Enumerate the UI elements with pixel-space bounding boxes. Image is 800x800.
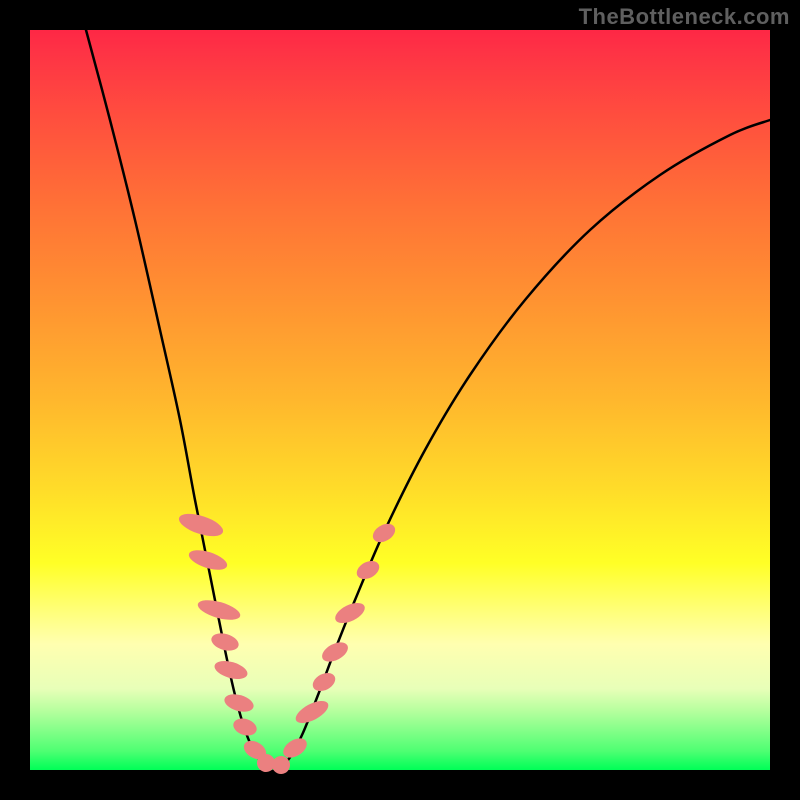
highlight-marker <box>319 638 351 665</box>
bottleneck-curve <box>86 30 770 768</box>
highlight-marker <box>292 696 331 727</box>
highlight-markers <box>176 509 398 776</box>
watermark-text: TheBottleneck.com <box>579 4 790 30</box>
curve-layer <box>30 30 770 770</box>
highlight-marker <box>231 716 259 739</box>
highlight-marker <box>209 630 240 653</box>
highlight-marker <box>354 557 383 582</box>
chart-container: TheBottleneck.com <box>0 0 800 800</box>
highlight-marker <box>332 599 368 627</box>
highlight-marker <box>370 520 399 546</box>
highlight-marker <box>310 669 339 694</box>
